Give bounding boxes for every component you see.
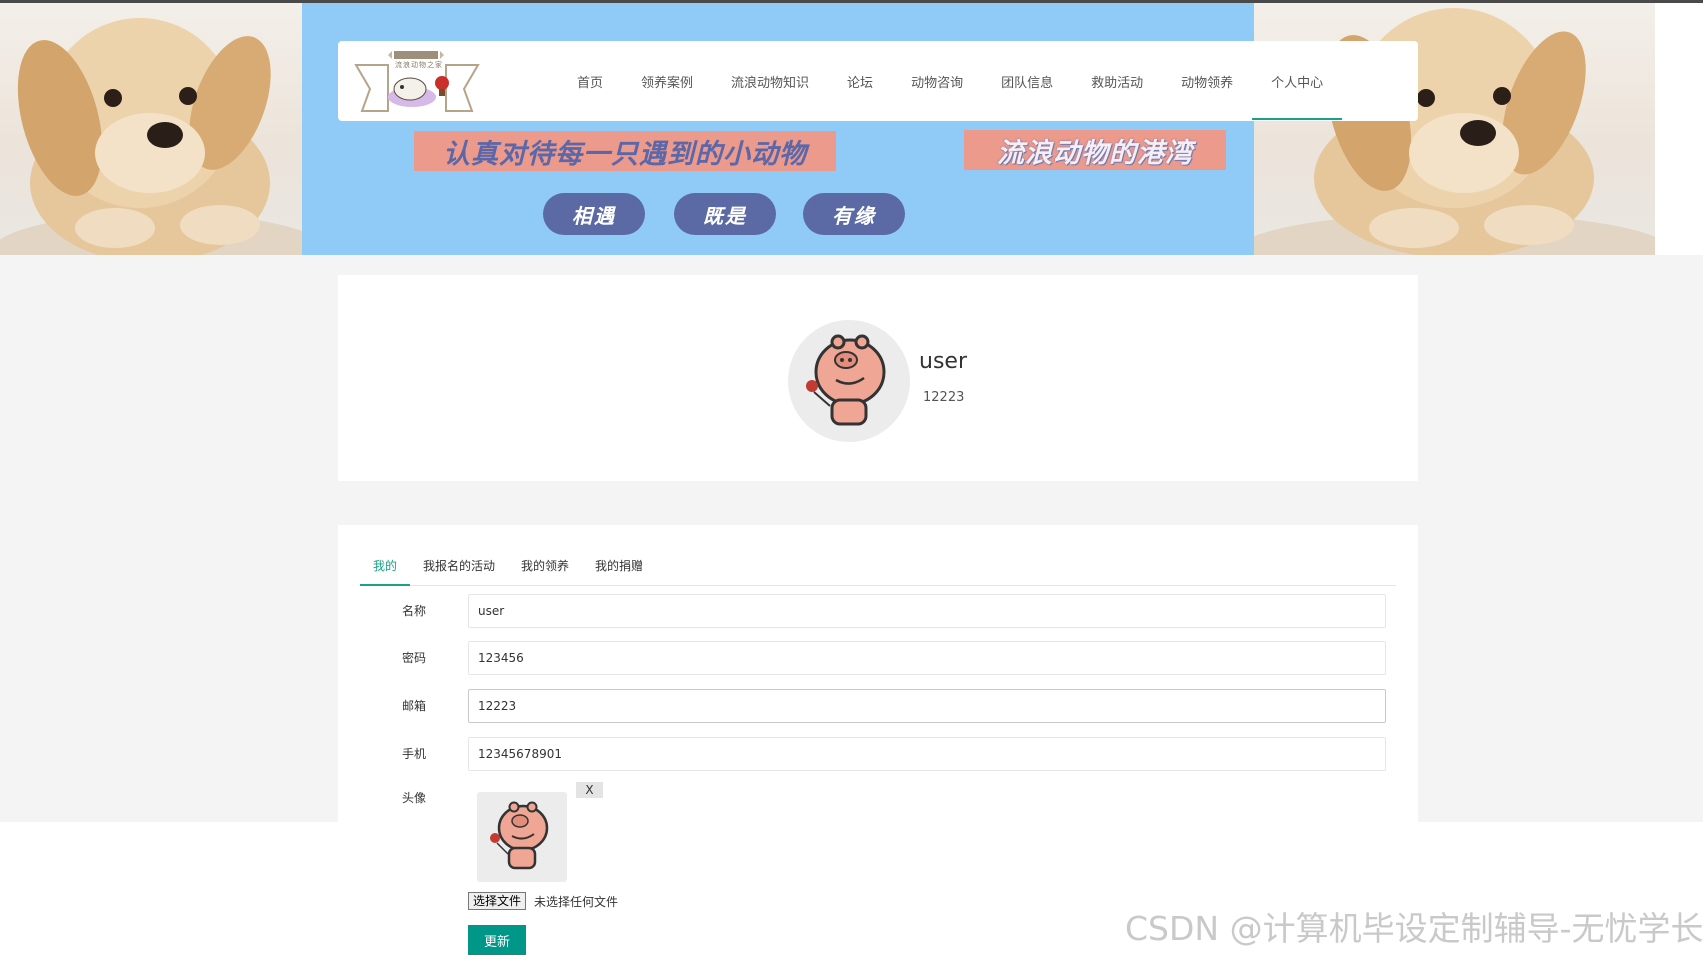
nav-home[interactable]: 首页 [558,41,622,121]
watermark: CSDN @计算机毕设定制辅导-无忧学长 [1125,909,1703,948]
file-status-text: 未选择任何文件 [534,895,619,909]
nav-animal-adoption[interactable]: 动物领养 [1162,41,1252,121]
profile-name: user [919,349,967,374]
tab-my-donations[interactable]: 我的捐赠 [582,545,656,585]
email-row: 邮箱 12223 [338,688,1418,724]
tab-my-adoptions[interactable]: 我的领养 [508,545,582,585]
remove-avatar-button[interactable]: X [576,782,603,798]
banner-slogan-left: 认真对待每一只遇到的小动物 [414,131,836,171]
banner-pill-3: 有缘 [803,193,905,235]
nav-team-info[interactable]: 团队信息 [982,41,1072,121]
tab-my-activities[interactable]: 我报名的活动 [410,545,508,585]
choose-file-button[interactable]: 选择文件 [468,892,527,910]
phone-input[interactable]: 12345678901 [468,737,1386,771]
nav-forum[interactable]: 论坛 [828,41,892,121]
avatar-preview [477,792,567,882]
profile-card: user 12223 [338,275,1418,481]
name-row: 名称 user [338,593,1418,629]
site-logo[interactable]: 流浪动物之家 [352,45,482,115]
email-input[interactable]: 12223 [468,689,1386,723]
nav-adoption-cases[interactable]: 领养案例 [622,41,712,121]
banner-pill-2: 既是 [674,193,776,235]
nav-animal-knowledge[interactable]: 流浪动物知识 [712,41,828,121]
email-label: 邮箱 [402,699,427,713]
name-label: 名称 [402,604,427,618]
banner-slogan-right: 流浪动物的港湾 [964,130,1226,170]
password-row: 密码 123456 [338,640,1418,676]
nav-menu: 首页 领养案例 流浪动物知识 论坛 动物咨询 团队信息 救助活动 动物领养 个人… [558,41,1343,121]
logo-text: 流浪动物之家 [395,61,443,69]
avatar [788,320,910,442]
account-form-card: 我的 我报名的活动 我的领养 我的捐赠 名称 user 密码 123456 邮箱… [338,525,1418,822]
nav-personal-center[interactable]: 个人中心 [1252,41,1343,121]
phone-row: 手机 12345678901 [338,736,1418,772]
profile-email: 12223 [923,390,965,405]
tab-mine[interactable]: 我的 [360,545,411,586]
password-input[interactable]: 123456 [468,641,1386,675]
update-button[interactable]: 更新 [468,925,526,955]
nav-animal-consult[interactable]: 动物咨询 [892,41,982,121]
name-input[interactable]: user [468,594,1386,628]
profile-tabs: 我的 我报名的活动 我的领养 我的捐赠 [360,545,1396,586]
phone-label: 手机 [402,747,427,761]
top-navigation: 流浪动物之家 首页 领养案例 流浪动物知识 论坛 动物咨询 团队信息 救助活动 … [338,41,1418,121]
password-label: 密码 [402,651,427,665]
banner-pill-1: 相遇 [543,193,645,235]
avatar-label: 头像 [402,791,427,805]
puppy-image-left [0,3,302,255]
nav-rescue-activities[interactable]: 救助活动 [1072,41,1162,121]
